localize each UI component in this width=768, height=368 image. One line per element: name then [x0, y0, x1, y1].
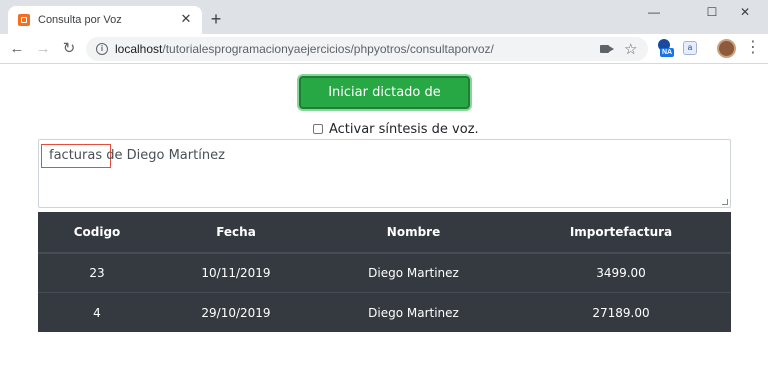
extension-icon[interactable]: NA	[656, 39, 675, 57]
forward-arrow-icon[interactable]: →	[34, 40, 52, 58]
speech-synthesis-checkbox[interactable]	[313, 124, 323, 134]
url-text[interactable]: localhost/tutorialesprogramacionyaejerci…	[115, 42, 494, 56]
resize-handle[interactable]	[722, 199, 728, 205]
url-host: localhost	[115, 42, 163, 56]
cell-nombre: Diego Martinez	[316, 292, 511, 332]
query-text-highlighted: facturas de	[49, 148, 123, 163]
cell-importe: 27189.00	[511, 292, 731, 332]
start-dictation-button[interactable]: Iniciar dictado de consulta	[299, 76, 470, 129]
cell-fecha: 29/10/2019	[156, 292, 316, 332]
header-codigo: Codigo	[38, 212, 156, 254]
cell-importe: 3499.00	[511, 252, 731, 293]
address-bar[interactable]: i localhost/tutorialesprogramacionyaejer…	[86, 37, 648, 61]
query-text-rest: Diego Martínez	[122, 148, 225, 163]
speech-synthesis-label[interactable]: Activar síntesis de voz.	[329, 122, 479, 137]
menu-kebab-icon[interactable]: ⋮	[745, 39, 761, 57]
profile-avatar[interactable]	[717, 39, 736, 58]
camera-icon[interactable]	[600, 45, 614, 53]
bookmark-star-icon[interactable]: ☆	[624, 40, 637, 58]
cell-fecha: 10/11/2019	[156, 252, 316, 293]
translate-extension-icon[interactable]: a	[683, 41, 697, 55]
table-header-row: Codigo Fecha Nombre Importefactura	[38, 212, 731, 254]
minimize-button[interactable]: —	[631, 0, 677, 24]
cell-nombre: Diego Martinez	[316, 252, 511, 293]
tab-strip: Consulta por Voz ✕ + — ☐ ✕	[0, 0, 768, 34]
table-row: 23 10/11/2019 Diego Martinez 3499.00	[38, 252, 731, 293]
header-fecha: Fecha	[156, 212, 316, 254]
site-info-icon[interactable]: i	[96, 43, 108, 55]
query-textarea[interactable]: facturas de Diego Martínez	[38, 139, 731, 208]
new-tab-button[interactable]: +	[207, 10, 225, 28]
reload-icon[interactable]: ↻	[60, 40, 78, 58]
back-arrow-icon[interactable]: ←	[8, 40, 26, 58]
query-text: facturas de Diego Martínez	[49, 148, 225, 163]
close-window-button[interactable]: ✕	[722, 0, 768, 24]
xampp-favicon-icon	[18, 14, 30, 26]
header-nombre: Nombre	[316, 212, 511, 254]
extension-badge: NA	[660, 48, 675, 57]
table-row: 4 29/10/2019 Diego Martinez 27189.00	[38, 292, 731, 332]
browser-tab[interactable]: Consulta por Voz ✕	[8, 6, 202, 34]
tab-close-icon[interactable]: ✕	[178, 11, 194, 27]
results-table: Codigo Fecha Nombre Importefactura 23 10…	[38, 212, 731, 332]
browser-toolbar: ← → ↻ i localhost/tutorialesprogramacion…	[0, 34, 768, 64]
cell-codigo: 23	[38, 252, 156, 293]
cell-codigo: 4	[38, 292, 156, 332]
tab-title: Consulta por Voz	[38, 14, 122, 26]
header-importefactura: Importefactura	[511, 212, 731, 254]
url-path: /tutorialesprogramacionyaejercicios/phpy…	[162, 42, 494, 56]
